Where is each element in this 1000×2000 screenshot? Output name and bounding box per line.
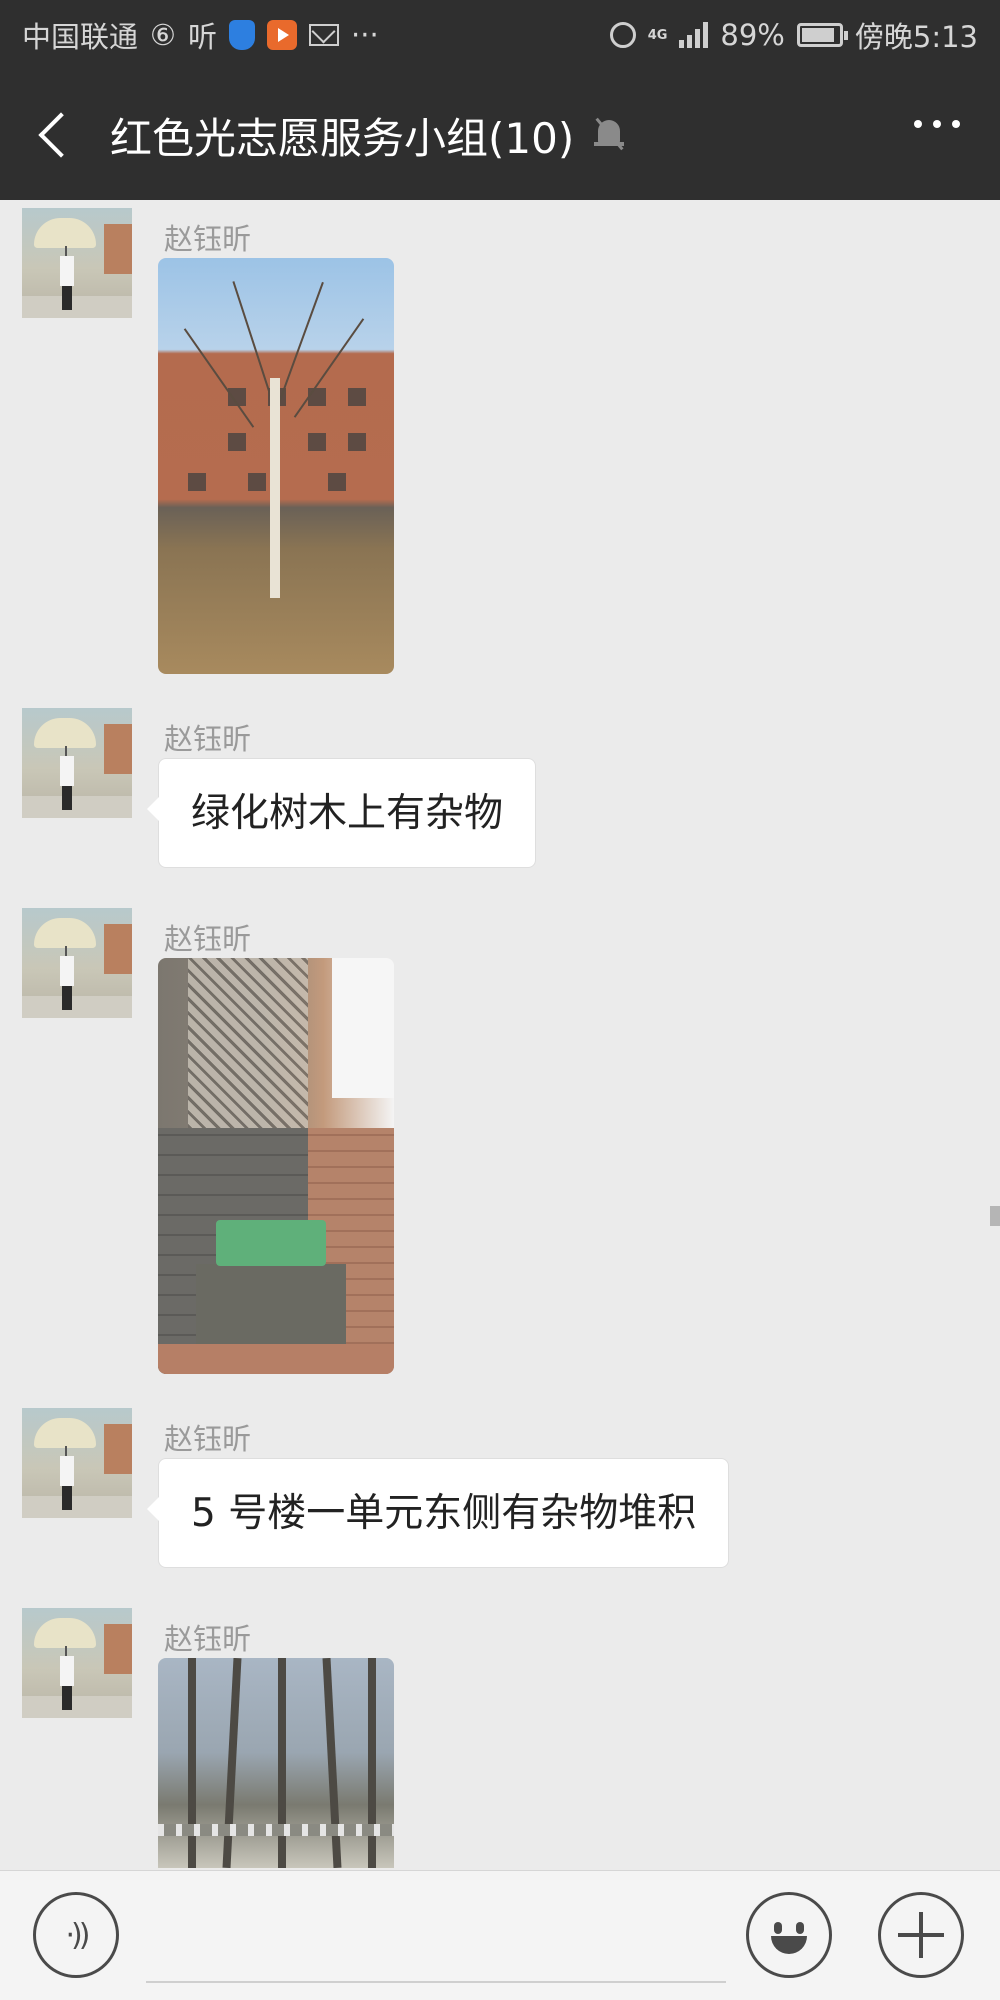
- mute-bell-icon: [592, 117, 626, 152]
- chat-title: 红色光志愿服务小组(10): [110, 113, 575, 163]
- emoji-icon: [758, 1904, 820, 1966]
- scrollbar-thumb[interactable]: [990, 1206, 1000, 1226]
- plus-icon: [898, 1912, 944, 1958]
- text-bubble[interactable]: 5 号楼一单元东侧有杂物堆积: [146, 1458, 730, 1568]
- sender-name: 赵钰昕: [164, 1622, 252, 1656]
- more-notifications-icon: ···: [351, 18, 379, 52]
- clock: 傍晚5:13: [854, 20, 978, 54]
- status-bar: 中国联通 ⑥ 听 ··· 4G 89% 傍晚5:13: [0, 0, 1000, 70]
- emoji-button[interactable]: [746, 1892, 832, 1978]
- back-chevron-icon: [38, 112, 84, 158]
- avatar[interactable]: [22, 1608, 132, 1718]
- text-bubble[interactable]: 绿化树木上有杂物: [146, 758, 537, 868]
- voice-button[interactable]: ·)): [33, 1892, 119, 1978]
- status-left: 中国联通 ⑥ 听 ···: [22, 14, 379, 56]
- dot-icon: [933, 120, 941, 128]
- network-type: 4G: [647, 27, 668, 43]
- back-button[interactable]: [0, 70, 110, 200]
- shield-icon: [229, 20, 256, 50]
- image-message[interactable]: [158, 958, 394, 1374]
- voice-icon: ·)): [65, 1917, 91, 1953]
- sender-name: 赵钰昕: [164, 222, 252, 256]
- message-input[interactable]: [146, 1891, 726, 1983]
- signal-icon: [679, 22, 709, 48]
- video-app-icon: [267, 20, 298, 50]
- chat-header: 红色光志愿服务小组(10): [0, 70, 1000, 200]
- sender-name: 赵钰昕: [164, 922, 252, 956]
- image-message[interactable]: [158, 258, 394, 674]
- avatar[interactable]: [22, 708, 132, 818]
- battery-percent: 89%: [720, 18, 785, 52]
- alarm-icon: [609, 22, 636, 48]
- avatar[interactable]: [22, 908, 132, 1018]
- listen-app-icon: 听: [188, 20, 218, 54]
- avatar[interactable]: [22, 208, 132, 318]
- carrier-label: 中国联通: [22, 20, 139, 54]
- more-functions-button[interactable]: [878, 1892, 964, 1978]
- dot-icon: [914, 120, 922, 128]
- mail-icon: [309, 24, 340, 46]
- avatar[interactable]: [22, 1408, 132, 1518]
- battery-icon: [796, 23, 848, 47]
- sender-name: 赵钰昕: [164, 722, 252, 756]
- image-message[interactable]: [158, 1658, 394, 1868]
- weibo-icon: ⑥: [150, 18, 177, 52]
- input-bar: ·)): [0, 1870, 1000, 2000]
- status-right: 4G 89% 傍晚5:13: [609, 14, 978, 56]
- sender-name: 赵钰昕: [164, 1422, 252, 1456]
- dot-icon: [952, 120, 960, 128]
- chat-screen: 中国联通 ⑥ 听 ··· 4G 89% 傍晚5:13 红色光志愿服务小组(10): [0, 0, 1000, 2000]
- more-options-button[interactable]: [914, 120, 960, 128]
